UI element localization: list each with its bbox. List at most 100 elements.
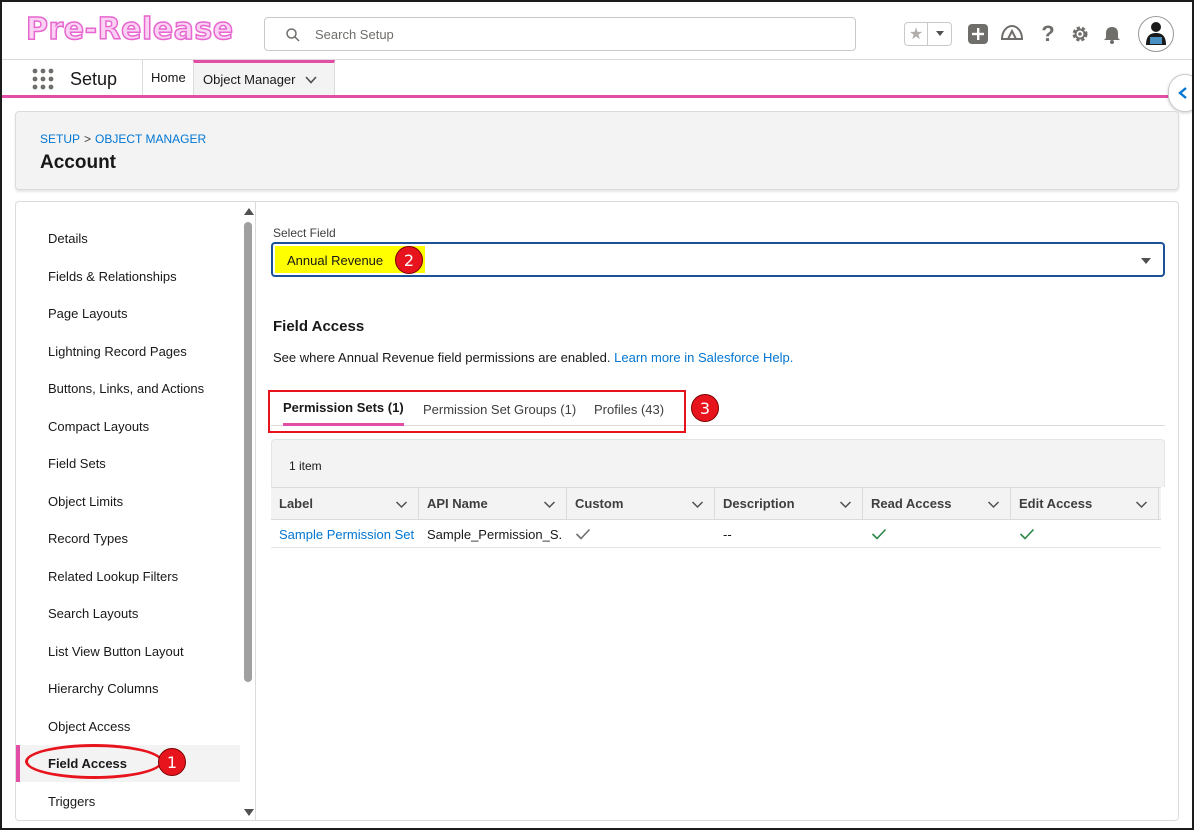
side-panel-toggle[interactable]	[1168, 74, 1192, 112]
star-icon[interactable]: ★	[905, 23, 929, 45]
chevron-down-icon[interactable]	[839, 498, 852, 511]
column-read-access-text: Read Access	[871, 496, 952, 511]
page-title: Account	[40, 152, 116, 173]
nav-item-object-access[interactable]: Object Access	[16, 708, 240, 745]
nav-item-compact-layouts[interactable]: Compact Layouts	[16, 408, 240, 445]
annotation-badge-2: 2	[395, 246, 423, 274]
user-icon	[1146, 22, 1166, 45]
app-window: Pre-Release ★	[0, 0, 1194, 830]
chevron-down-icon[interactable]	[1135, 498, 1148, 511]
object-nav: Details Fields & Relationships Page Layo…	[16, 202, 256, 820]
notifications-button[interactable]	[1100, 22, 1124, 46]
help-icon: ?	[1041, 21, 1055, 46]
chevron-down-icon[interactable]	[691, 498, 704, 511]
permission-sets-table: 1 item Label API Name Custom Description…	[271, 439, 1165, 549]
field-access-description: See where Annual Revenue field permissio…	[273, 350, 793, 365]
nav-item-hierarchy-columns[interactable]: Hierarchy Columns	[16, 670, 240, 707]
nav-item-details[interactable]: Details	[16, 220, 240, 257]
setup-button[interactable]	[1068, 22, 1092, 46]
app-name: Setup	[70, 69, 118, 89]
cell-read-access	[863, 520, 1011, 548]
chevron-left-icon	[1178, 87, 1187, 99]
bell-icon	[1104, 27, 1120, 44]
nav-scrollbar[interactable]	[242, 206, 254, 818]
field-access-content: Select Field Annual Revenue 2 Field Acce…	[268, 202, 1177, 820]
help-button[interactable]: ?	[1036, 21, 1060, 46]
nav-item-lightning-record-pages[interactable]: Lightning Record Pages	[16, 333, 240, 370]
table-row: Sample Permission Set Sample_Permission_…	[271, 520, 1161, 548]
chevron-down-icon	[935, 31, 944, 36]
tab-home[interactable]: Home	[142, 60, 194, 95]
column-description-text: Description	[723, 496, 795, 511]
annotation-badge-3: 3	[691, 394, 719, 422]
nav-item-search-layouts[interactable]: Search Layouts	[16, 595, 240, 632]
caret-down-icon	[1141, 258, 1151, 264]
nav-item-triggers[interactable]: Triggers	[16, 783, 240, 820]
help-link[interactable]: Learn more in Salesforce Help.	[614, 350, 793, 365]
field-access-title: Field Access	[273, 318, 365, 335]
description-text: See where Annual Revenue field permissio…	[273, 350, 611, 365]
avatar[interactable]	[1138, 16, 1174, 52]
check-icon	[575, 528, 591, 540]
app-launcher-icon[interactable]	[32, 68, 54, 90]
nav-item-record-types[interactable]: Record Types	[16, 520, 240, 557]
chevron-down-icon[interactable]	[543, 498, 556, 511]
scroll-up-arrow-icon[interactable]	[244, 208, 254, 215]
breadcrumb-setup[interactable]: SETUP	[40, 132, 80, 146]
breadcrumb-object-manager[interactable]: OBJECT MANAGER	[95, 132, 206, 146]
search-icon	[286, 28, 300, 42]
column-header-custom[interactable]: Custom	[567, 488, 715, 519]
column-header-read-access[interactable]: Read Access	[863, 488, 1011, 519]
table-header: Label API Name Custom Description Read A…	[271, 487, 1161, 520]
nav-item-list-view-button-layout[interactable]: List View Button Layout	[16, 633, 240, 670]
chevron-down-icon[interactable]	[395, 498, 408, 511]
favorites-menu-button[interactable]	[928, 23, 951, 45]
page-header: SETUP > OBJECT MANAGER Account	[15, 111, 1179, 190]
select-field-value: Annual Revenue	[287, 253, 384, 268]
global-header: Pre-Release ★	[2, 2, 1192, 60]
favorites-group: ★	[904, 22, 952, 46]
nav-item-field-sets[interactable]: Field Sets	[16, 445, 240, 482]
search-input[interactable]	[315, 24, 835, 44]
check-icon	[1019, 528, 1035, 540]
nav-item-fields-relationships[interactable]: Fields & Relationships	[16, 258, 240, 295]
global-actions-button[interactable]	[966, 22, 990, 46]
column-api-name-text: API Name	[427, 496, 488, 511]
brand-logo: Pre-Release	[25, 11, 234, 48]
nav-item-object-limits[interactable]: Object Limits	[16, 483, 240, 520]
cell-description: --	[723, 526, 732, 542]
search-box[interactable]	[264, 17, 856, 51]
trailhead-button[interactable]	[1000, 22, 1024, 46]
breadcrumb-separator: >	[84, 132, 92, 146]
annotation-ellipse	[25, 744, 163, 779]
nav-item-buttons-links-actions[interactable]: Buttons, Links, and Actions	[16, 370, 240, 407]
column-edit-access-text: Edit Access	[1019, 496, 1093, 511]
cell-custom	[567, 520, 715, 548]
tab-object-manager[interactable]: Object Manager	[193, 60, 335, 95]
nav-item-page-layouts[interactable]: Page Layouts	[16, 295, 240, 332]
context-bar: Setup Home Object Manager	[2, 60, 1192, 98]
scroll-down-arrow-icon[interactable]	[244, 809, 254, 816]
column-header-api-name[interactable]: API Name	[419, 488, 567, 519]
column-header-label[interactable]: Label	[271, 488, 419, 519]
annotation-rectangle	[268, 390, 686, 433]
column-custom-text: Custom	[575, 496, 624, 511]
chevron-down-icon[interactable]	[304, 73, 318, 87]
check-icon	[871, 528, 887, 540]
chevron-down-icon[interactable]	[987, 498, 1000, 511]
main-card: Details Fields & Relationships Page Layo…	[15, 201, 1179, 821]
cell-label-link[interactable]: Sample Permission Set	[271, 520, 419, 548]
annotation-badge-1: 1	[158, 748, 186, 776]
cell-edit-access	[1011, 520, 1159, 548]
item-count: 1 item	[289, 459, 322, 473]
column-label-text: Label	[279, 496, 313, 511]
column-header-edit-access[interactable]: Edit Access	[1011, 488, 1159, 519]
select-field-label: Select Field	[273, 226, 336, 240]
gear-icon	[1072, 26, 1088, 42]
cell-api-name: Sample_Permission_S...	[427, 526, 561, 542]
trailhead-icon	[1000, 24, 1024, 40]
column-header-description[interactable]: Description	[715, 488, 863, 519]
scroll-thumb[interactable]	[244, 222, 252, 682]
tab-object-manager-label: Object Manager	[203, 71, 296, 87]
nav-item-related-lookup-filters[interactable]: Related Lookup Filters	[16, 558, 240, 595]
